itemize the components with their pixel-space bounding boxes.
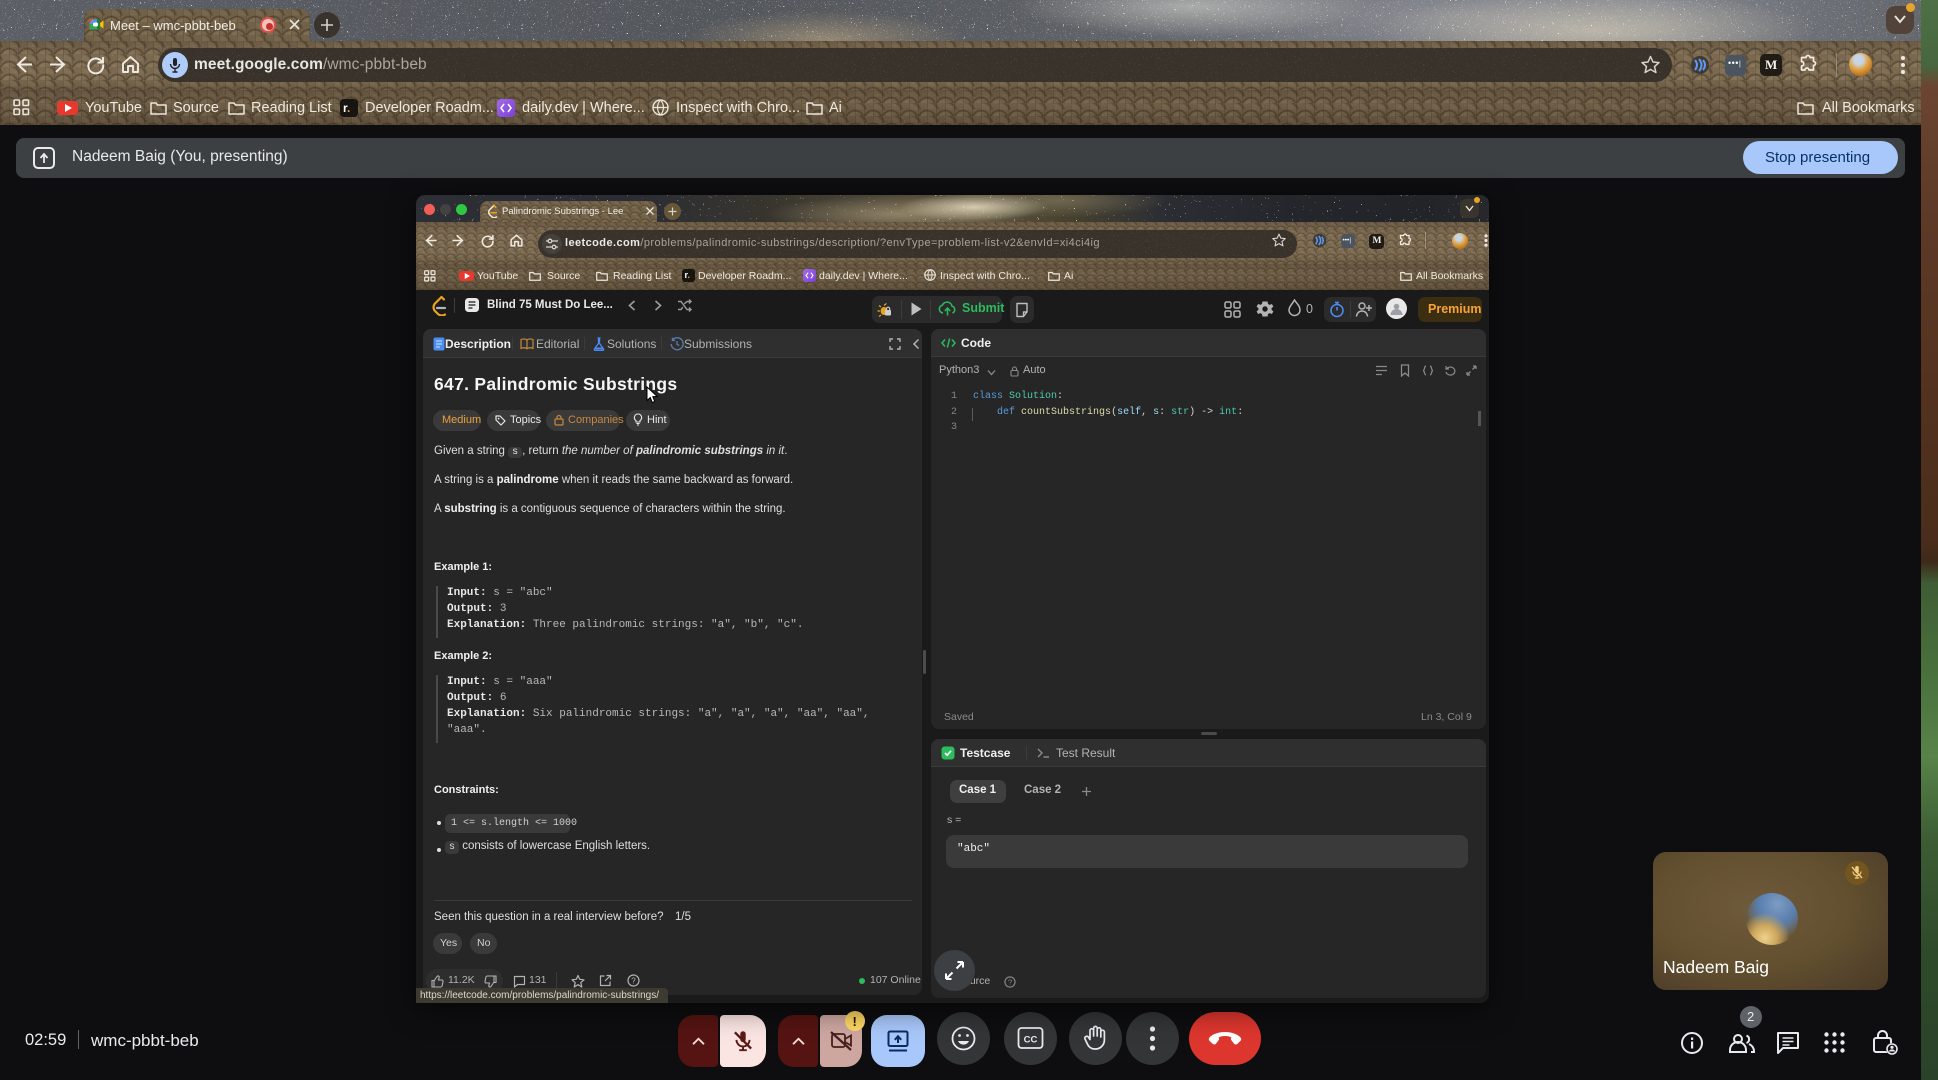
svg-text:?: ? [1008, 978, 1012, 987]
svg-text:?: ? [631, 976, 636, 985]
svg-text:CC: CC [1024, 1035, 1038, 1046]
